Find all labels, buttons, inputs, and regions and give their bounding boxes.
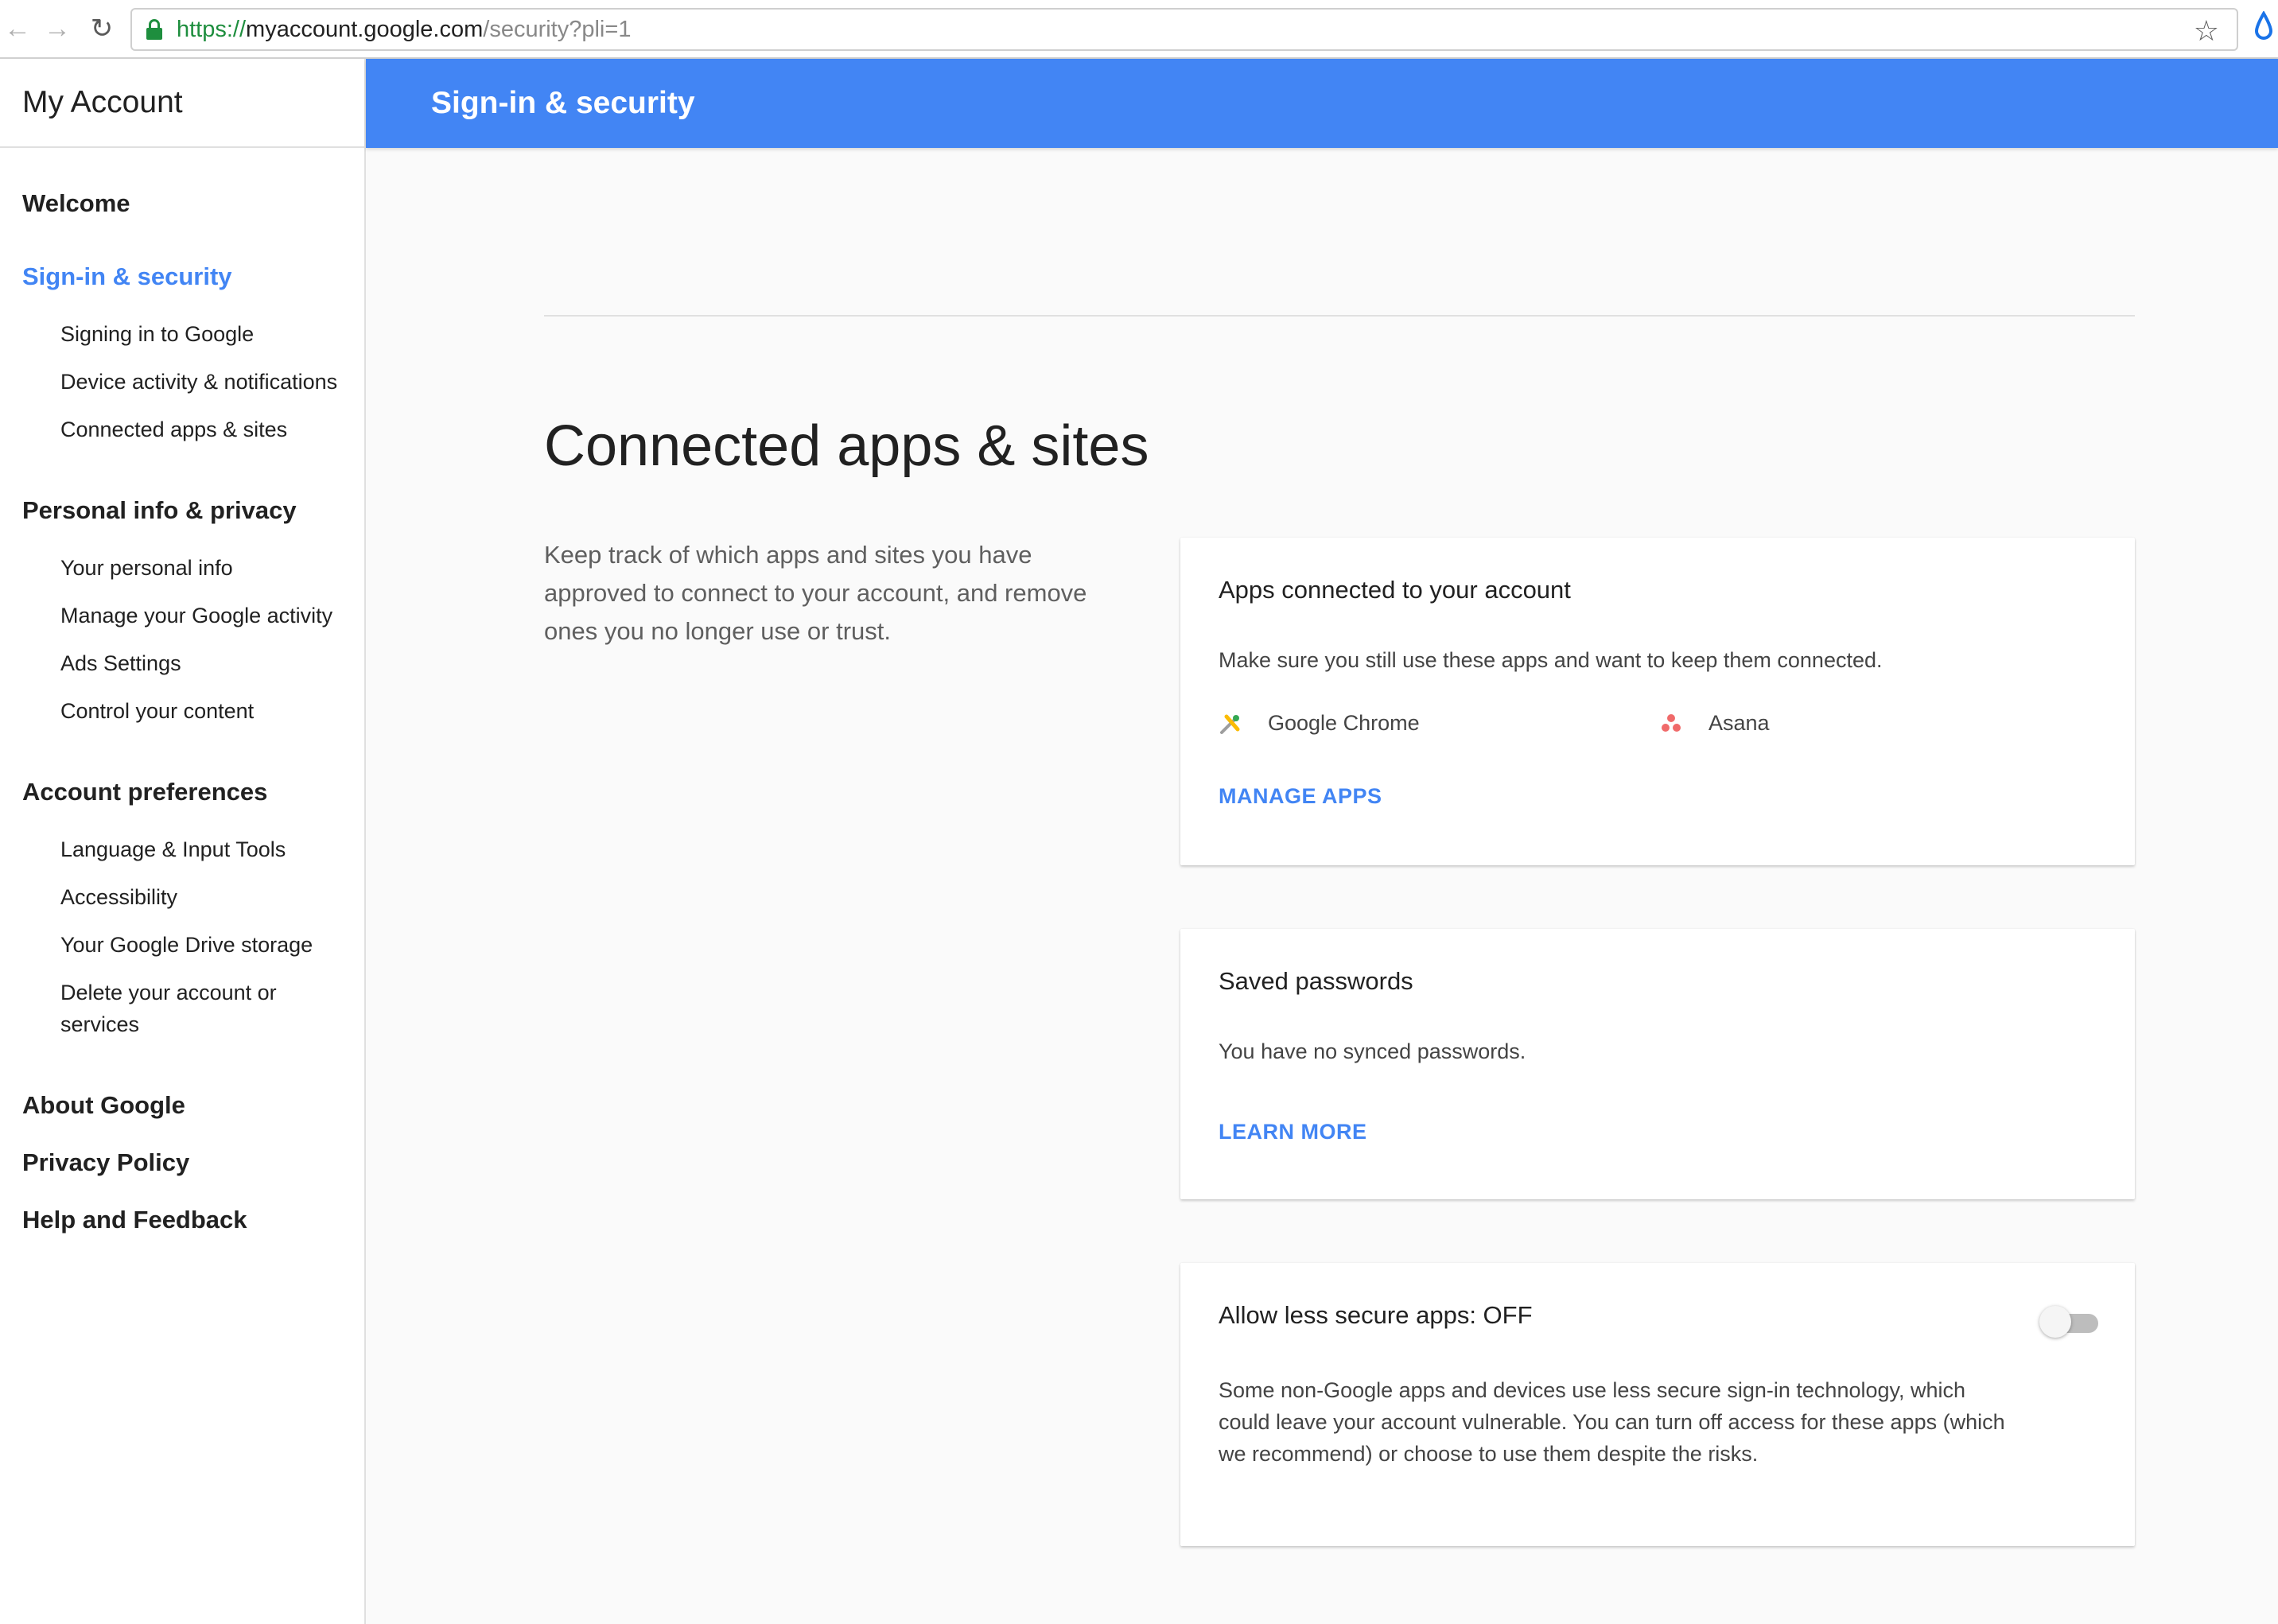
forward-button[interactable]: → (40, 11, 75, 46)
header-title: Sign-in & security (431, 86, 695, 120)
page-description: Keep track of which apps and sites you h… (544, 541, 1087, 645)
sidebar-header: My Account (0, 59, 364, 148)
less-secure-card-title: Allow less secure apps: OFF (1219, 1301, 1533, 1329)
page-title: Connected apps & sites (544, 414, 1149, 478)
chrome-app-icon (1220, 714, 1240, 734)
sidebar-item-device-activity[interactable]: Device activity & notifications (60, 366, 355, 398)
address-bar[interactable]: https://myaccount.google.com/security?pl… (130, 8, 2238, 51)
sidebar-item-signin-security[interactable]: Sign-in & security (22, 262, 232, 291)
sidebar-item-signing-in[interactable]: Signing in to Google (60, 318, 355, 350)
url-path: /security?pli=1 (483, 16, 632, 42)
sidebar: My Account Welcome Sign-in & security Si… (0, 59, 366, 1624)
toggle-thumb (2039, 1306, 2071, 1338)
sidebar-item-control-content[interactable]: Control your content (60, 695, 355, 727)
apps-card-text: Make sure you still use these apps and w… (1219, 648, 1883, 672)
asana-app-icon (1662, 713, 1681, 732)
sidebar-item-ads-settings[interactable]: Ads Settings (60, 647, 355, 679)
sidebar-item-help-feedback[interactable]: Help and Feedback (22, 1206, 247, 1234)
app-name: Google Chrome (1268, 711, 1420, 735)
back-button[interactable]: ← (0, 11, 35, 46)
lock-icon (146, 19, 162, 40)
section-divider (544, 315, 2135, 317)
less-secure-card-text: Some non-Google apps and devices use les… (1219, 1378, 2005, 1466)
browser-toolbar: ← → ↻ https://myaccount.google.com/secur… (0, 0, 2278, 59)
sidebar-item-personal-info[interactable]: Your personal info (60, 552, 355, 584)
sidebar-item-delete-account[interactable]: Delete your account or services (60, 977, 331, 1040)
bookmark-star-icon[interactable]: ☆ (2194, 14, 2219, 48)
less-secure-apps-card: Allow less secure apps: OFF Some non-Goo… (1180, 1263, 2135, 1546)
manage-apps-link[interactable]: MANAGE APPS (1219, 784, 1382, 809)
saved-passwords-card: Saved passwords You have no synced passw… (1180, 929, 2135, 1199)
sidebar-item-language-input[interactable]: Language & Input Tools (60, 833, 355, 865)
passwords-card-text: You have no synced passwords. (1219, 1039, 1526, 1063)
sidebar-item-privacy-policy[interactable]: Privacy Policy (22, 1148, 189, 1177)
app-item-chrome: Google Chrome (1219, 711, 1420, 736)
app-item-asana: Asana (1659, 711, 1770, 736)
forward-arrow-icon: → (44, 13, 71, 44)
sidebar-item-connected-apps[interactable]: Connected apps & sites (60, 414, 355, 445)
reload-button[interactable]: ↻ (84, 11, 119, 46)
sidebar-item-accessibility[interactable]: Accessibility (60, 881, 355, 913)
my-account-title[interactable]: My Account (22, 85, 183, 120)
learn-more-link[interactable]: LEARN MORE (1219, 1120, 1367, 1144)
sidebar-item-google-activity[interactable]: Manage your Google activity (60, 600, 355, 631)
sidebar-item-personal-info-privacy[interactable]: Personal info & privacy (22, 496, 297, 525)
back-arrow-icon: ← (4, 13, 31, 44)
app-name: Asana (1708, 711, 1770, 735)
url-host: myaccount.google.com (246, 16, 484, 42)
sidebar-item-account-preferences[interactable]: Account preferences (22, 778, 267, 806)
sidebar-item-drive-storage[interactable]: Your Google Drive storage (60, 929, 355, 961)
page-header: Sign-in & security (366, 59, 2278, 148)
url-scheme: https:// (177, 16, 247, 42)
reload-icon: ↻ (90, 14, 114, 44)
less-secure-apps-toggle[interactable] (2039, 1304, 2100, 1339)
sidebar-item-welcome[interactable]: Welcome (22, 189, 130, 218)
sidebar-item-about-google[interactable]: About Google (22, 1091, 185, 1120)
apps-connected-card: Apps connected to your account Make sure… (1180, 538, 2135, 865)
passwords-card-title: Saved passwords (1219, 967, 1413, 995)
apps-card-title: Apps connected to your account (1219, 576, 1571, 604)
extension-drop-icon[interactable] (2254, 11, 2273, 41)
